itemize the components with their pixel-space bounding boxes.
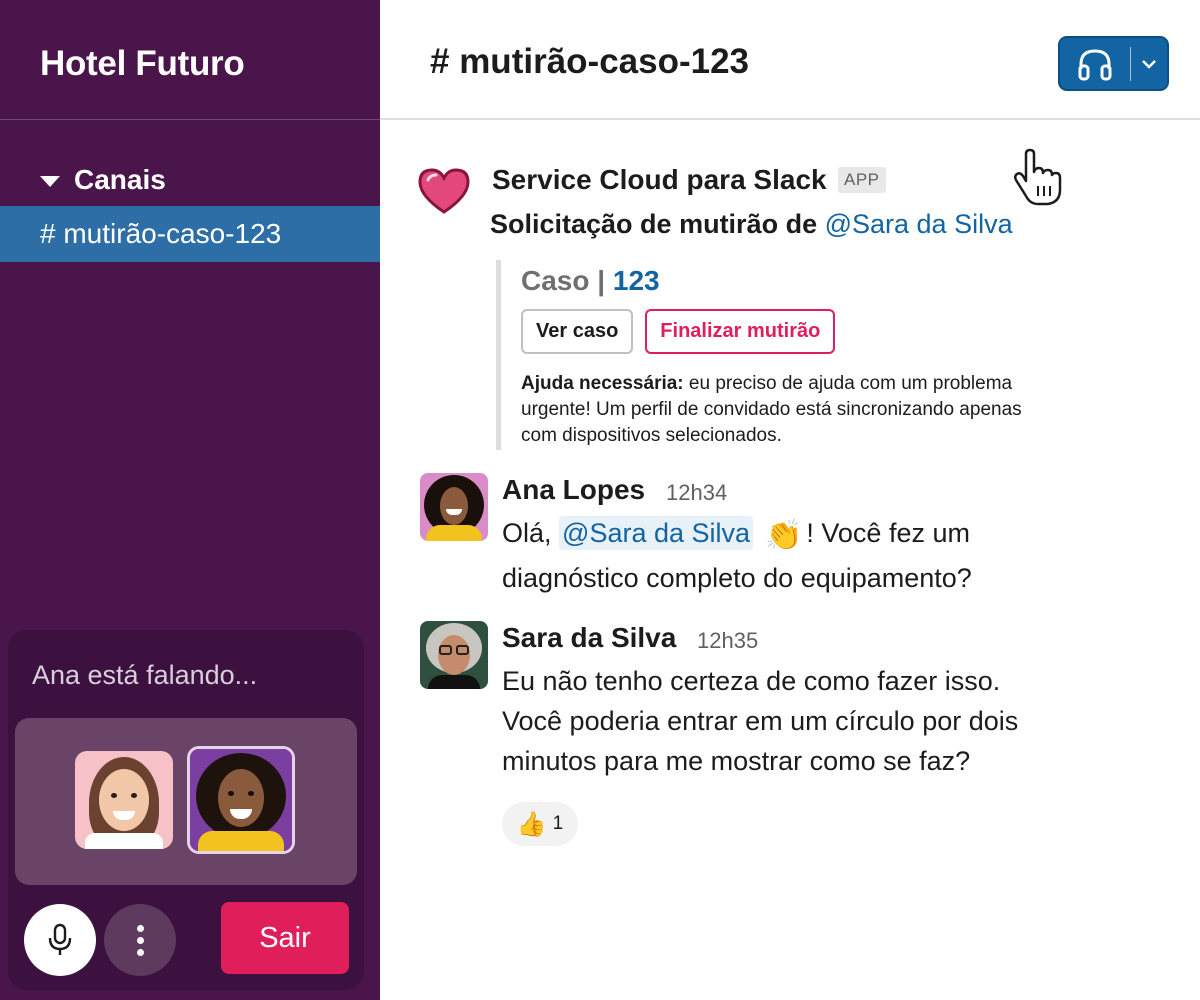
help-description: Ajuda necessária: eu preciso de ajuda co… — [521, 371, 1051, 449]
huddle-toggle-button[interactable] — [1058, 36, 1169, 91]
channel-title[interactable]: # mutirão-caso-123 — [430, 42, 749, 82]
channel-view: # mutirão-caso-123 Service Cloud para Sl… — [380, 0, 1200, 1000]
workspace-name[interactable]: Hotel Futuro — [40, 44, 380, 84]
participant-avatar-2[interactable] — [187, 746, 295, 854]
case-actions: Ver caso Finalizar mutirão — [521, 309, 1036, 354]
message-timestamp[interactable]: 12h34 — [666, 480, 727, 506]
headphones-button[interactable] — [1060, 38, 1130, 89]
avatar[interactable] — [420, 473, 488, 541]
more-options-button[interactable] — [104, 904, 176, 976]
message-timestamp[interactable]: 12h35 — [697, 628, 758, 654]
view-case-button[interactable]: Ver caso — [521, 309, 634, 354]
thumbs-up-emoji: 👍 — [516, 810, 547, 838]
leave-huddle-button[interactable]: Sair — [221, 902, 349, 974]
huddle-options-button[interactable] — [1131, 59, 1167, 69]
app-badge: APP — [838, 167, 886, 193]
reaction-thumbs-up[interactable]: 👍 1 — [502, 802, 578, 846]
channel-header: # mutirão-caso-123 — [380, 0, 1200, 120]
finish-swarm-button[interactable]: Finalizar mutirão — [645, 309, 836, 354]
heart-icon — [418, 168, 470, 214]
user-mention-link[interactable]: @Sara da Silva — [825, 209, 1013, 239]
caret-down-icon[interactable] — [40, 175, 60, 187]
more-icon — [136, 924, 144, 932]
case-label: Caso | — [521, 265, 613, 296]
microphone-button[interactable] — [24, 904, 96, 976]
message-author[interactable]: Sara da Silva — [502, 622, 676, 654]
app-message-text: Solicitação de mutirão de @Sara da Silva — [490, 209, 1013, 240]
microphone-icon — [48, 923, 72, 955]
headphones-icon — [1078, 48, 1112, 80]
chevron-down-icon — [1142, 59, 1156, 69]
message-author[interactable]: Ana Lopes — [502, 474, 645, 506]
message-body: Olá, @Sara da Silva 👏! Você fez um diagnó… — [502, 512, 1062, 599]
reaction-count: 1 — [552, 813, 564, 834]
case-attachment: Caso | 123 Ver caso Finalizar mutirão Aj… — [496, 260, 1036, 450]
channels-section-header[interactable]: Canais — [0, 120, 380, 204]
huddle-participants — [15, 718, 357, 885]
participant-avatar-1[interactable] — [75, 751, 173, 849]
sidebar: Hotel Futuro Canais # mutirão-caso-123 A… — [0, 0, 380, 1000]
user-mention[interactable]: @Sara da Silva — [559, 516, 754, 550]
case-title: Caso | 123 — [521, 265, 1036, 297]
avatar[interactable] — [420, 621, 488, 689]
hand-cursor-icon — [1013, 148, 1062, 206]
clapping-emoji: 👏 — [765, 519, 803, 552]
sidebar-item-mutirao-caso-123[interactable]: # mutirão-caso-123 — [0, 206, 380, 262]
huddle-status: Ana está falando... — [32, 660, 258, 690]
huddle-panel: Ana está falando... Sair — [8, 630, 364, 990]
channels-section-label: Canais — [74, 164, 166, 195]
app-name[interactable]: Service Cloud para Slack — [492, 164, 827, 196]
case-number-link[interactable]: 123 — [613, 265, 660, 296]
workspace-header[interactable]: Hotel Futuro — [0, 0, 380, 120]
app-message-prefix: Solicitação de mutirão de — [490, 209, 825, 239]
message-body: Eu não tenho certeza de como fazer isso.… — [502, 666, 1019, 776]
help-label: Ajuda necessária: — [521, 373, 684, 394]
